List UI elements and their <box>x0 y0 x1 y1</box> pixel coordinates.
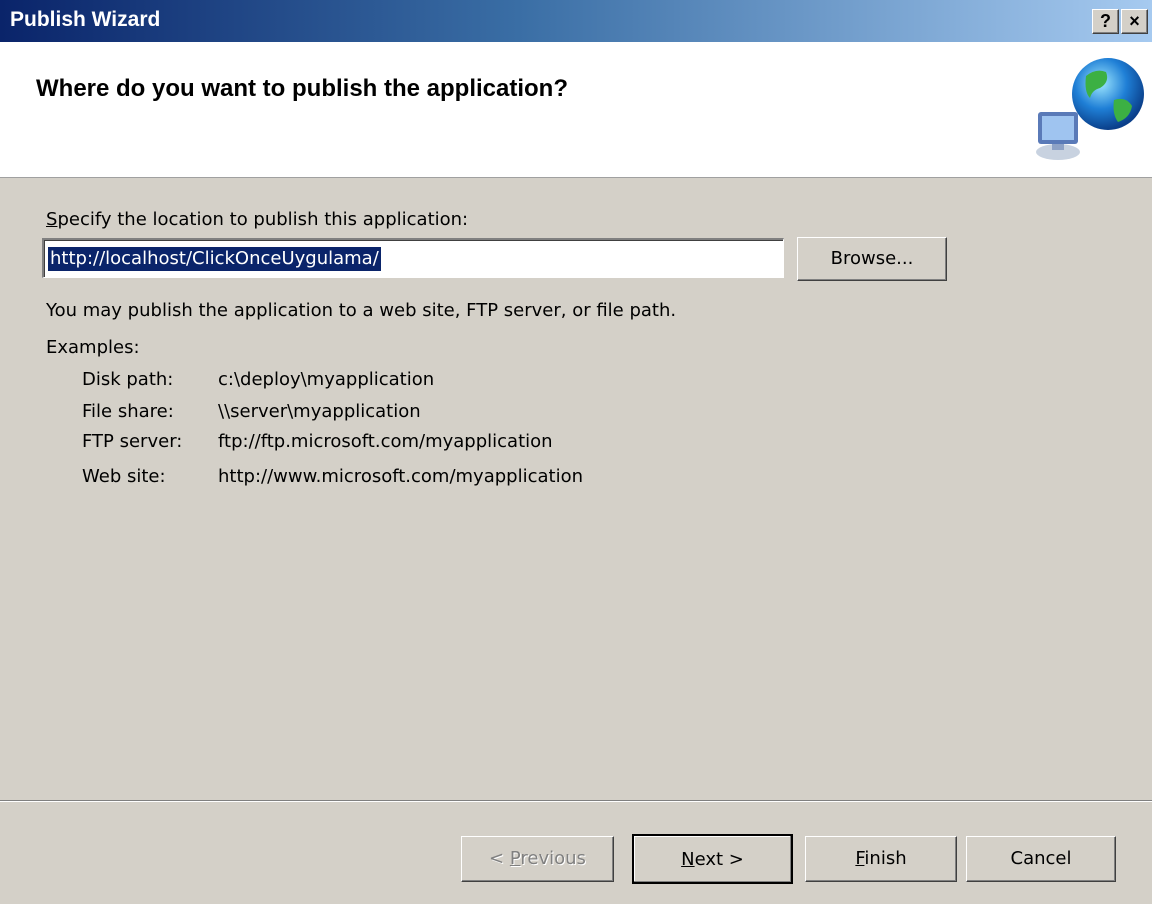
location-label: Specify the location to publish this app… <box>46 209 469 230</box>
example-name: FTP server: <box>82 431 183 452</box>
previous-rest: revious <box>520 848 586 869</box>
wizard-header: Where do you want to publish the applica… <box>0 42 1152 178</box>
example-name: Disk path: <box>82 369 174 390</box>
example-value: \\server\myapplication <box>218 401 421 422</box>
publish-location-value[interactable]: http://localhost/ClickOnceUygulama/ <box>48 247 381 271</box>
example-value: c:\deploy\myapplication <box>218 369 435 390</box>
footer-separator <box>0 800 1152 802</box>
publish-location-input[interactable]: http://localhost/ClickOnceUygulama/ <box>42 238 784 278</box>
publish-description: You may publish the application to a web… <box>46 300 677 321</box>
example-name: Web site: <box>82 466 166 487</box>
example-value: ftp://ftp.microsoft.com/myapplication <box>218 431 553 452</box>
finish-button[interactable]: Finish <box>805 836 957 882</box>
example-value: http://www.microsoft.com/myapplication <box>218 466 584 487</box>
help-button[interactable]: ? <box>1092 9 1119 34</box>
previous-accesskey: P <box>509 848 521 869</box>
previous-prefix: < <box>489 848 510 869</box>
next-button[interactable]: Next > <box>632 834 793 884</box>
next-rest: ext > <box>694 849 744 870</box>
publish-wizard-dialog: Publish Wizard ? × Where do you want to … <box>0 0 1152 904</box>
examples-label: Examples: <box>46 337 140 358</box>
cancel-button[interactable]: Cancel <box>966 836 1116 882</box>
window-title: Publish Wizard <box>10 8 161 31</box>
previous-button[interactable]: < Previous <box>461 836 614 882</box>
example-name: File share: <box>82 401 174 422</box>
close-button[interactable]: × <box>1121 9 1148 34</box>
next-accesskey: N <box>681 849 695 870</box>
network-globe-icon <box>1036 58 1144 160</box>
browse-button[interactable]: Browse... <box>797 237 947 281</box>
title-bar[interactable]: Publish Wizard ? × <box>0 0 1152 42</box>
finish-rest: inish <box>864 848 907 869</box>
page-title: Where do you want to publish the applica… <box>36 75 568 102</box>
